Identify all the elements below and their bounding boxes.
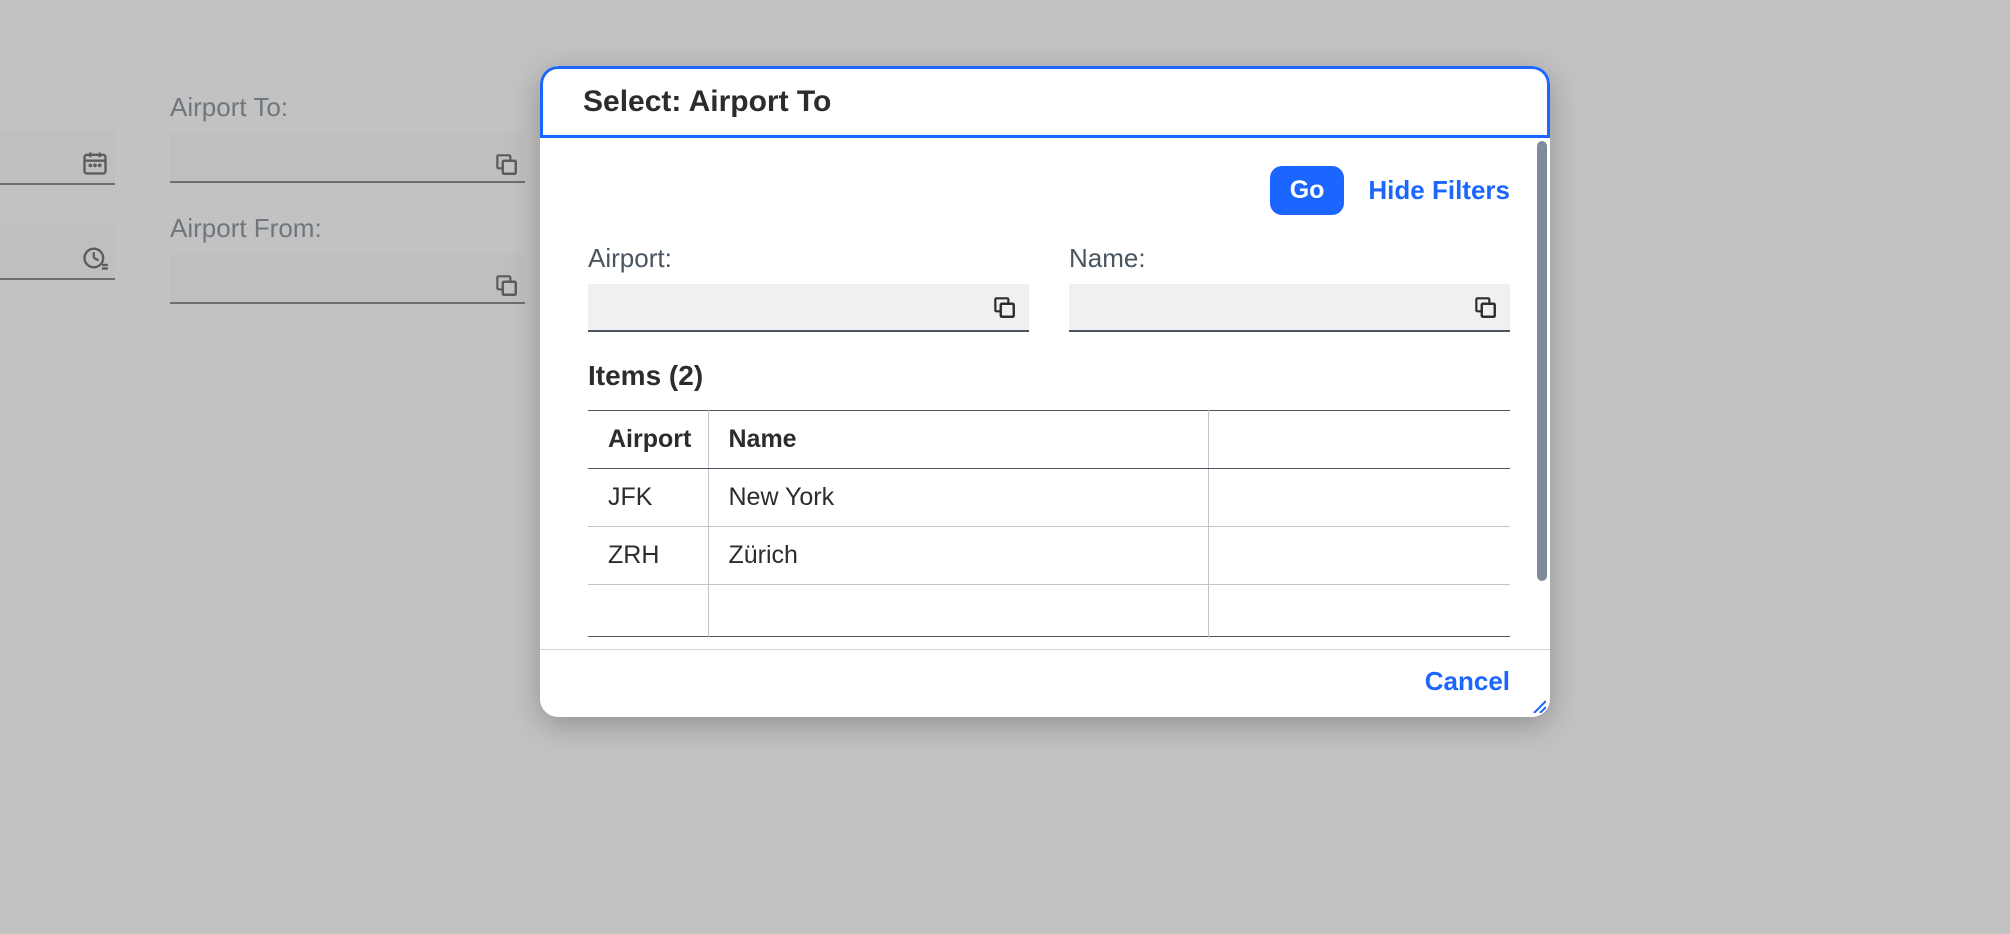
filter-airport-label: Airport: — [588, 243, 1029, 274]
filter-airport-input-wrap[interactable] — [588, 284, 1029, 332]
cell-airport: JFK — [588, 469, 708, 527]
cell-airport: ZRH — [588, 527, 708, 585]
resize-handle[interactable] — [1530, 697, 1546, 713]
filter-airport: Airport: — [588, 243, 1029, 332]
dialog-header: Select: Airport To — [540, 66, 1550, 138]
table-header-row: Airport Name — [588, 411, 1510, 469]
dialog-body: Go Hide Filters Airport: — [540, 138, 1550, 649]
value-help-icon — [1472, 294, 1498, 320]
hide-filters-button[interactable]: Hide Filters — [1368, 175, 1510, 206]
cell-name: New York — [708, 469, 1208, 527]
go-button[interactable]: Go — [1270, 166, 1345, 215]
filter-airport-input[interactable] — [602, 294, 989, 320]
items-heading: Items (2) — [588, 360, 1510, 392]
dialog-footer: Cancel — [540, 649, 1550, 717]
table-row[interactable]: JFK New York — [588, 469, 1510, 527]
cell-spacer — [1208, 469, 1510, 527]
col-airport[interactable]: Airport — [588, 411, 708, 469]
dialog-title: Select: Airport To — [583, 85, 1507, 119]
items-table: Airport Name JFK New York ZRH Zürich — [588, 410, 1510, 637]
filter-airport-value-help[interactable] — [989, 292, 1019, 322]
cell-spacer — [1208, 527, 1510, 585]
cell-name: Zürich — [708, 527, 1208, 585]
col-name[interactable]: Name — [708, 411, 1208, 469]
filter-name-label: Name: — [1069, 243, 1510, 274]
cancel-button[interactable]: Cancel — [1425, 666, 1510, 697]
table-row-empty — [588, 585, 1510, 637]
filter-name-input-wrap[interactable] — [1069, 284, 1510, 332]
filter-name-input[interactable] — [1083, 294, 1470, 320]
select-dialog: Select: Airport To Go Hide Filters Airpo… — [540, 66, 1550, 717]
table-row[interactable]: ZRH Zürich — [588, 527, 1510, 585]
filter-name: Name: — [1069, 243, 1510, 332]
filter-row: Airport: Name: — [588, 243, 1510, 332]
col-spacer — [1208, 411, 1510, 469]
filter-name-value-help[interactable] — [1470, 292, 1500, 322]
dialog-toolbar: Go Hide Filters — [588, 166, 1510, 215]
scrollbar-thumb[interactable] — [1537, 141, 1547, 581]
value-help-icon — [991, 294, 1017, 320]
